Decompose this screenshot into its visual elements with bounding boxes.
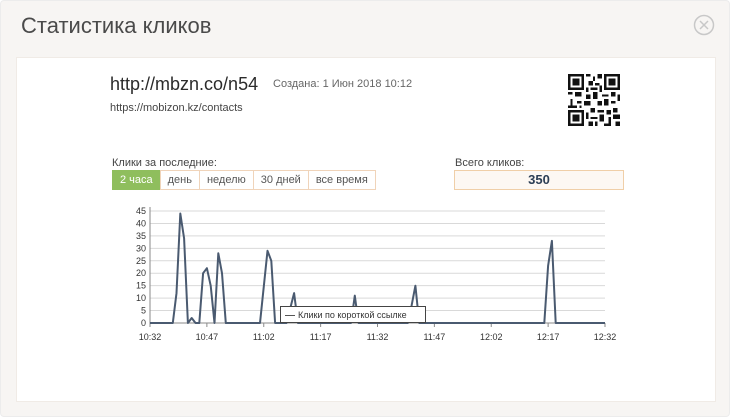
y-tick-label: 0 xyxy=(141,318,146,328)
chart-legend[interactable]: Клики по короткой ссылке xyxy=(280,306,426,323)
y-tick-label: 5 xyxy=(141,306,146,316)
legend-label: Клики по короткой ссылке xyxy=(298,310,407,320)
y-tick-label: 45 xyxy=(136,206,146,216)
x-tick-label: 12:17 xyxy=(537,332,560,342)
y-tick-label: 25 xyxy=(136,256,146,266)
x-tick-label: 11:02 xyxy=(253,332,275,342)
legend-line-swatch xyxy=(285,315,295,317)
y-tick-label: 10 xyxy=(136,293,146,303)
y-tick-label: 20 xyxy=(136,268,146,278)
clicks-line-chart: 0 5 10 15 20 25 30 35 40 45 10:32 10:47 11:02 11:17 11… xyxy=(136,206,617,342)
x-tick-label: 12:32 xyxy=(594,332,617,342)
y-tick-label: 40 xyxy=(136,218,146,228)
x-tick-label: 11:47 xyxy=(423,332,445,342)
x-tick-label: 10:32 xyxy=(139,332,162,342)
click-stats-modal: Статистика кликов http://mbzn.co/n54 Соз… xyxy=(0,0,730,417)
x-tick-label: 11:17 xyxy=(310,332,332,342)
x-tick-label: 11:32 xyxy=(367,332,389,342)
y-tick-label: 35 xyxy=(136,231,146,241)
y-tick-label: 15 xyxy=(136,281,146,291)
x-tick-label: 10:47 xyxy=(196,332,219,342)
x-tick-label: 12:02 xyxy=(480,332,503,342)
y-tick-label: 30 xyxy=(136,243,146,253)
